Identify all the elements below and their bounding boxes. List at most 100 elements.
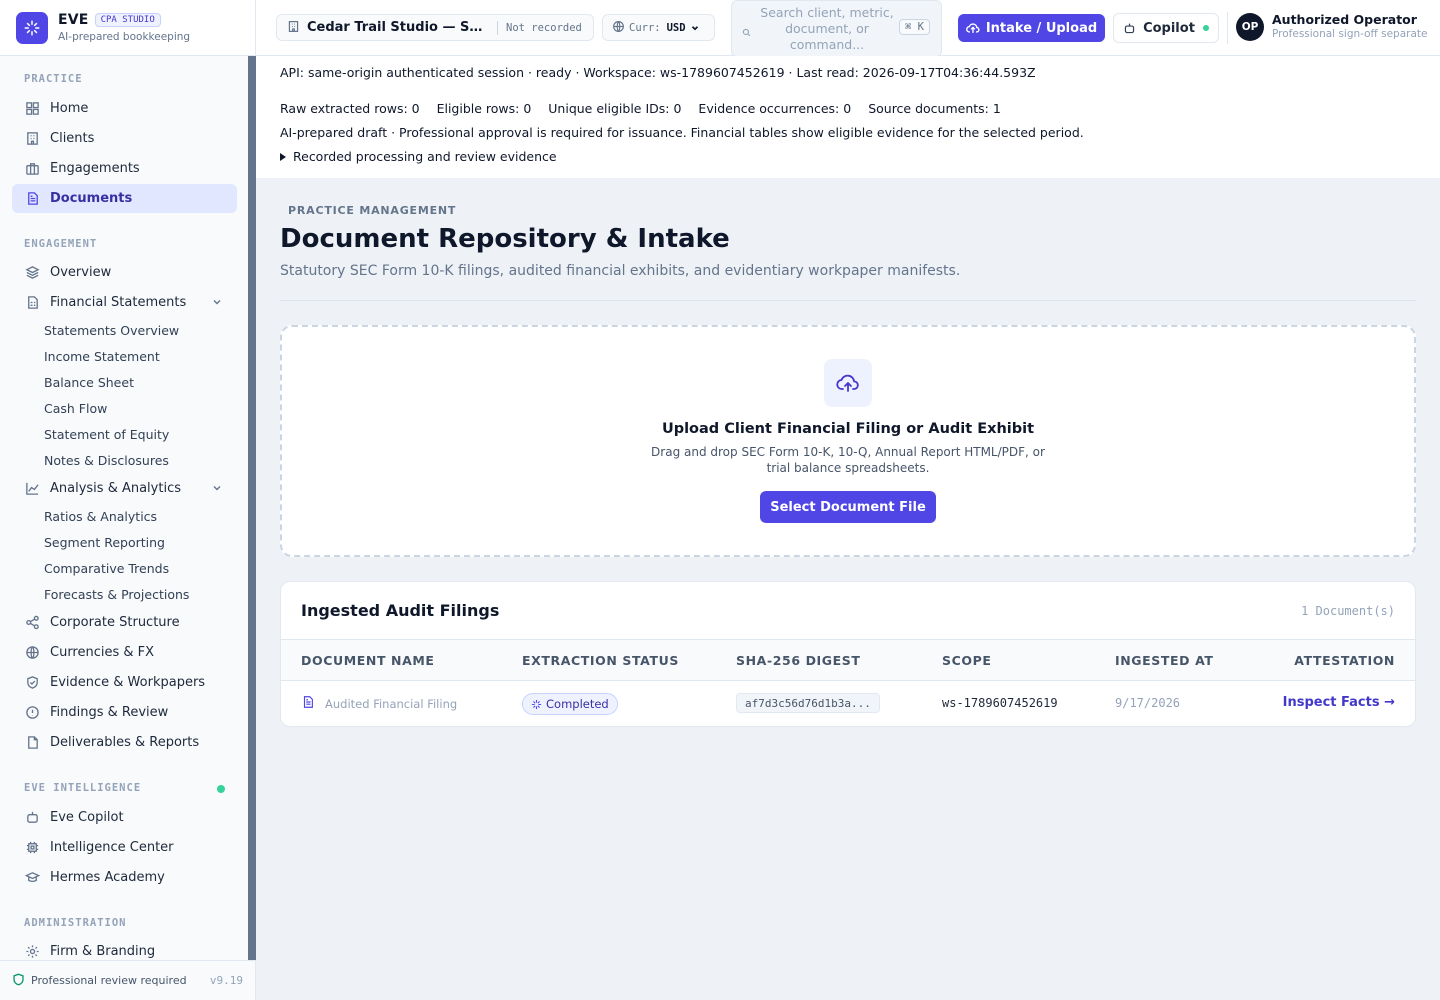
status-label: Completed [546, 697, 609, 711]
command-search[interactable]: Search client, metric, document, or comm… [731, 0, 942, 57]
currency-selector[interactable]: Curr: USD [602, 14, 715, 41]
divider [280, 300, 1416, 301]
nav-income-statement[interactable]: Income Statement [44, 349, 160, 364]
eligible-rows-count: Eligible rows: 0 [436, 101, 532, 116]
building-icon [287, 18, 300, 37]
robot-icon [1123, 22, 1136, 35]
nav-forecasts[interactable]: Forecasts & Projections [44, 587, 189, 602]
evidence-occurrences-count: Evidence occurrences: 0 [698, 101, 852, 116]
globe-icon [612, 18, 625, 37]
api-status-line: API: same-origin authenticated session ·… [280, 65, 1036, 80]
intake-upload-button[interactable]: Intake / Upload [958, 14, 1105, 42]
document-icon [24, 191, 40, 207]
nav-statement-of-equity[interactable]: Statement of Equity [44, 427, 169, 442]
nav-label: Engagements [50, 161, 140, 176]
column-header[interactable]: SHA-256 DIGEST [736, 653, 861, 668]
nav-home[interactable]: Home [12, 94, 237, 123]
nav-corporate-structure[interactable]: Corporate Structure [12, 608, 237, 637]
column-header[interactable]: ATTESTATION [1294, 653, 1395, 668]
divider [497, 20, 498, 35]
cloud-upload-icon [965, 21, 980, 35]
inspect-facts-link[interactable]: Inspect Facts → [1283, 695, 1395, 710]
nav-label: Corporate Structure [50, 615, 180, 630]
nav-firm-branding[interactable]: Firm & Branding [12, 937, 237, 960]
page-title: Document Repository & Intake [280, 224, 730, 254]
raw-rows-count: Raw extracted rows: 0 [280, 101, 420, 116]
nav-engagements[interactable]: Engagements [12, 154, 237, 183]
sidebar-nav: PRACTICE Home Clients Engagements Docume… [0, 56, 248, 960]
currency-value: USD [666, 21, 686, 34]
document-name: Audited Financial Filing [325, 696, 458, 711]
file-report-icon [24, 735, 40, 751]
intake-upload-label: Intake / Upload [985, 20, 1098, 36]
nav-statements-overview[interactable]: Statements Overview [44, 323, 179, 338]
statement-icon [24, 295, 40, 311]
evidence-disclosure-toggle[interactable]: Recorded processing and review evidence [280, 149, 557, 164]
page-subtitle: Statutory SEC Form 10-K filings, audited… [280, 263, 961, 279]
column-header[interactable]: EXTRACTION STATUS [522, 653, 679, 668]
share-nodes-icon [24, 615, 40, 631]
scope-value: ws-1789607452619 [942, 696, 1058, 710]
workspace-status: Not recorded [506, 21, 582, 34]
nav-label: Currencies & FX [50, 645, 155, 660]
graduation-cap-icon [24, 870, 40, 886]
caret-right-icon [280, 152, 286, 161]
nav-notes-disclosures[interactable]: Notes & Disclosures [44, 453, 169, 468]
nav-documents[interactable]: Documents [12, 184, 237, 213]
nav-label: Findings & Review [50, 705, 169, 720]
nav-overview[interactable]: Overview [12, 258, 237, 287]
nav-hermes-academy[interactable]: Hermes Academy [12, 863, 237, 892]
column-header[interactable]: INGESTED AT [1115, 653, 1214, 668]
layers-icon [24, 265, 40, 281]
column-header[interactable]: SCOPE [942, 653, 992, 668]
briefcase-icon [24, 161, 40, 177]
nav-ratios[interactable]: Ratios & Analytics [44, 509, 157, 524]
ingested-filings-card: Ingested Audit Filings 1 Document(s) DOC… [280, 581, 1416, 727]
chevron-down-icon[interactable] [211, 296, 223, 312]
copilot-button[interactable]: Copilot [1113, 13, 1219, 43]
nav-label: Overview [50, 265, 112, 280]
nav-financial-statements[interactable]: Financial Statements [12, 288, 237, 317]
nav-segment-reporting[interactable]: Segment Reporting [44, 535, 165, 550]
nav-clients[interactable]: Clients [12, 124, 237, 153]
sparkle-logo-icon[interactable] [16, 11, 48, 44]
nav-comparative-trends[interactable]: Comparative Trends [44, 561, 169, 576]
divider [1227, 12, 1228, 44]
brand-subtitle: AI-prepared bookkeeping [58, 31, 191, 43]
avatar[interactable]: OP [1236, 13, 1264, 41]
nav-label: Eve Copilot [50, 810, 124, 825]
select-file-button[interactable]: Select Document File [760, 491, 936, 523]
globe-icon [24, 645, 40, 661]
sha-digest[interactable]: af7d3c56d76d1b3a... [736, 693, 880, 713]
nav-deliverables[interactable]: Deliverables & Reports [12, 728, 237, 757]
alert-circle-icon [24, 705, 40, 721]
column-header[interactable]: DOCUMENT NAME [301, 653, 435, 668]
nav-cash-flow[interactable]: Cash Flow [44, 401, 107, 416]
nav-eve-copilot[interactable]: Eve Copilot [12, 803, 237, 832]
robot-icon [24, 810, 40, 826]
upload-dropzone[interactable]: Upload Client Financial Filing or Audit … [280, 325, 1416, 557]
status-badge: Completed [522, 693, 618, 715]
section-intelligence: EVE INTELLIGENCE [24, 782, 142, 794]
workspace-selector[interactable]: Cedar Trail Studio — Syn… Not recorded [276, 14, 594, 41]
nav-label: Financial Statements [50, 295, 187, 310]
search-shortcut: ⌘ K [899, 19, 930, 35]
nav-label: Analysis & Analytics [50, 481, 181, 496]
nav-analysis[interactable]: Analysis & Analytics [12, 474, 237, 503]
filings-count: 1 Document(s) [1301, 604, 1395, 618]
search-placeholder: Search client, metric, document, or comm… [760, 5, 894, 52]
nav-currencies-fx[interactable]: Currencies & FX [12, 638, 237, 667]
cloud-upload-icon [824, 359, 872, 407]
nav-intelligence-center[interactable]: Intelligence Center [12, 833, 237, 862]
sparkle-icon [531, 699, 542, 710]
document-name-cell[interactable]: Audited Financial Filing [301, 695, 457, 712]
nav-evidence-workpapers[interactable]: Evidence & Workpapers [12, 668, 237, 697]
nav-findings-review[interactable]: Findings & Review [12, 698, 237, 727]
copilot-label: Copilot [1143, 20, 1195, 36]
table-row[interactable]: Audited Financial Filing Completed af7d3… [281, 681, 1415, 726]
sidebar-scrollbar[interactable] [248, 56, 256, 960]
draft-disclaimer: AI-prepared draft · Professional approva… [280, 125, 1084, 140]
app-version: v9.19 [209, 974, 243, 987]
nav-balance-sheet[interactable]: Balance Sheet [44, 375, 134, 390]
chevron-down-icon[interactable] [211, 482, 223, 498]
